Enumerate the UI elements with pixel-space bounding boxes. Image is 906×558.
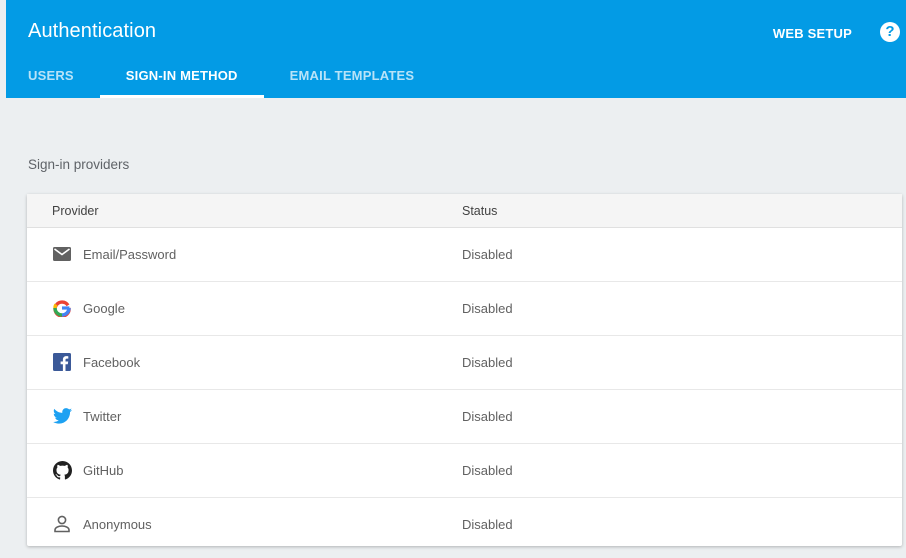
provider-name: Anonymous	[83, 517, 152, 532]
provider-row-email[interactable]: Email/Password Disabled	[27, 228, 902, 282]
help-icon[interactable]: ?	[880, 22, 900, 42]
app-header: Authentication WEB SETUP ? USERS SIGN-IN…	[6, 0, 906, 98]
anonymous-user-icon	[51, 514, 73, 534]
providers-table: Provider Status Email/Password Disabled …	[27, 194, 902, 546]
provider-status: Disabled	[462, 409, 513, 424]
provider-name: Facebook	[83, 355, 141, 370]
section-title: Sign-in providers	[28, 157, 130, 172]
provider-status: Disabled	[462, 301, 513, 316]
tab-users[interactable]: USERS	[6, 58, 100, 98]
provider-status: Disabled	[462, 355, 513, 370]
provider-name: Google	[83, 301, 125, 316]
provider-row-anonymous[interactable]: Anonymous Disabled	[27, 498, 902, 551]
twitter-icon	[51, 406, 73, 426]
provider-name: Twitter	[83, 409, 122, 424]
tab-email-templates[interactable]: EMAIL TEMPLATES	[264, 58, 441, 98]
provider-row-google[interactable]: Google Disabled	[27, 282, 902, 336]
table-header: Provider Status	[27, 194, 902, 228]
facebook-icon	[51, 352, 73, 372]
provider-row-twitter[interactable]: Twitter Disabled	[27, 390, 902, 444]
web-setup-button[interactable]: WEB SETUP	[773, 26, 852, 41]
google-icon	[51, 298, 73, 318]
email-icon	[51, 244, 73, 264]
provider-status: Disabled	[462, 247, 513, 262]
provider-row-github[interactable]: GitHub Disabled	[27, 444, 902, 498]
provider-status: Disabled	[462, 463, 513, 478]
tab-sign-in-method[interactable]: SIGN-IN METHOD	[99, 58, 264, 98]
column-header-status: Status	[462, 204, 498, 218]
provider-status: Disabled	[462, 517, 513, 532]
github-icon	[51, 460, 73, 480]
provider-row-facebook[interactable]: Facebook Disabled	[27, 336, 902, 390]
page-title: Authentication	[28, 20, 157, 42]
provider-name: Email/Password	[83, 247, 177, 262]
column-header-provider: Provider	[52, 204, 99, 218]
provider-name: GitHub	[83, 463, 124, 478]
tab-bar: USERS SIGN-IN METHOD EMAIL TEMPLATES	[6, 58, 440, 98]
